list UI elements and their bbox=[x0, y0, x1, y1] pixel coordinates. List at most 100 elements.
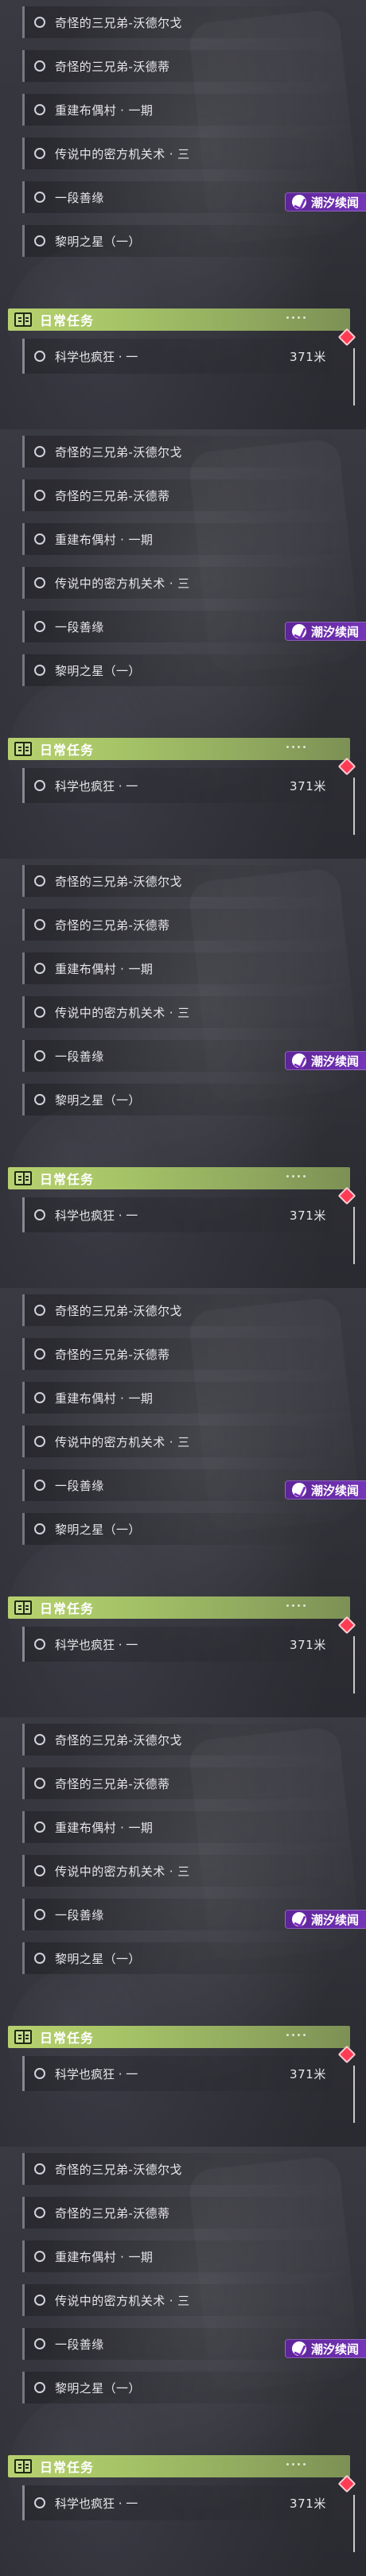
quest-item[interactable]: 重建布偶村 · 一期 bbox=[22, 1382, 348, 1414]
quest-label: 一段善缘 bbox=[55, 1049, 104, 1064]
task-circle-icon bbox=[34, 351, 45, 362]
scroll-indicator bbox=[353, 1207, 355, 1264]
quest-item[interactable]: 奇怪的三兄弟-沃德尔戈 bbox=[22, 1724, 348, 1755]
quest-label: 奇怪的三兄弟-沃德尔戈 bbox=[55, 15, 182, 30]
event-badge[interactable]: 潮汐续闻 bbox=[285, 1480, 366, 1499]
quest-item[interactable]: 传说中的密方机关术 · 三 bbox=[22, 996, 348, 1028]
event-badge-label: 潮汐续闻 bbox=[311, 2341, 360, 2357]
quest-circle-icon bbox=[34, 1392, 45, 1403]
daily-tasks-title: 日常任务 bbox=[40, 2031, 95, 2046]
scroll-indicator bbox=[353, 2066, 355, 2123]
quest-label: 重建布偶村 · 一期 bbox=[55, 961, 154, 976]
quest-circle-icon bbox=[34, 1050, 45, 1061]
quest-item[interactable]: 奇怪的三兄弟-沃德尔戈 bbox=[22, 865, 348, 897]
quest-item[interactable]: 重建布偶村 · 一期 bbox=[22, 523, 348, 555]
daily-tasks-title: 日常任务 bbox=[40, 2460, 95, 2475]
quest-label: 一段善缘 bbox=[55, 1907, 104, 1922]
daily-task-item[interactable]: 科学也疯狂 · 一 371米 bbox=[22, 1197, 348, 1232]
daily-tasks-title: 日常任务 bbox=[40, 1601, 95, 1616]
quest-item[interactable]: 重建布偶村 · 一期 bbox=[22, 1811, 348, 1843]
checkmark-icon bbox=[292, 1483, 306, 1497]
distance-label: 371米 bbox=[289, 2066, 326, 2081]
quest-panel: 奇怪的三兄弟-沃德尔戈 奇怪的三兄弟-沃德蒂重建布偶村 · 一期传说中的密方机关术… bbox=[0, 1717, 366, 2147]
quest-item[interactable]: 传说中的密方机关术 · 三 bbox=[22, 567, 348, 599]
daily-task-item[interactable]: 科学也疯狂 · 一 371米 bbox=[22, 339, 348, 374]
daily-tasks-header: 日常任务 bbox=[8, 2455, 350, 2477]
quest-circle-icon bbox=[34, 1523, 45, 1534]
event-badge-label: 潮汐续闻 bbox=[311, 1053, 360, 1069]
quest-item[interactable]: 黎明之星（一） bbox=[22, 1084, 348, 1115]
daily-tasks-header: 日常任务 bbox=[8, 2026, 350, 2048]
quest-item[interactable]: 奇怪的三兄弟-沃德蒂 bbox=[22, 1767, 348, 1799]
daily-task-item[interactable]: 科学也疯狂 · 一 371米 bbox=[22, 1627, 348, 1662]
event-badge[interactable]: 潮汐续闻 bbox=[285, 192, 366, 211]
quest-circle-icon bbox=[34, 533, 45, 545]
quest-item[interactable]: 奇怪的三兄弟-沃德蒂 bbox=[22, 2197, 348, 2229]
quest-circle-icon bbox=[34, 919, 45, 930]
event-badge[interactable]: 潮汐续闻 bbox=[285, 2339, 366, 2358]
daily-task-item[interactable]: 科学也疯狂 · 一 371米 bbox=[22, 2485, 348, 2520]
quest-label: 重建布偶村 · 一期 bbox=[55, 1820, 154, 1835]
quest-label: 奇怪的三兄弟-沃德蒂 bbox=[55, 59, 170, 74]
quest-item[interactable]: 传说中的密方机关术 · 三 bbox=[22, 1855, 348, 1887]
quest-circle-icon bbox=[34, 1909, 45, 1920]
quest-label: 一段善缘 bbox=[55, 2337, 104, 2352]
quest-item[interactable]: 奇怪的三兄弟-沃德尔戈 bbox=[22, 436, 348, 467]
daily-tasks-header: 日常任务 bbox=[8, 738, 350, 760]
distance-label: 371米 bbox=[289, 1208, 326, 1223]
quest-label: 一段善缘 bbox=[55, 619, 104, 634]
quest-circle-icon bbox=[34, 1480, 45, 1491]
quest-circle-icon bbox=[34, 2251, 45, 2262]
quest-item[interactable]: 重建布偶村 · 一期 bbox=[22, 952, 348, 984]
event-badge[interactable]: 潮汐续闻 bbox=[285, 1051, 366, 1070]
quest-item[interactable]: 奇怪的三兄弟-沃德蒂 bbox=[22, 479, 348, 511]
book-icon bbox=[14, 742, 32, 756]
quest-circle-icon bbox=[34, 1348, 45, 1360]
quest-circle-icon bbox=[34, 17, 45, 28]
daily-task-item[interactable]: 科学也疯狂 · 一 371米 bbox=[22, 768, 348, 803]
quest-panel: 奇怪的三兄弟-沃德尔戈奇怪的三兄弟-沃德蒂重建布偶村 · 一期 传说中的密方机关术… bbox=[0, 1288, 366, 1717]
quest-item[interactable]: 重建布偶村 · 一期 bbox=[22, 2240, 348, 2272]
quest-circle-icon bbox=[34, 1821, 45, 1833]
quest-item[interactable]: 奇怪的三兄弟-沃德尔戈 bbox=[22, 6, 348, 38]
quest-circle-icon bbox=[34, 490, 45, 501]
checkmark-icon bbox=[292, 624, 306, 638]
checkmark-icon bbox=[292, 1912, 306, 1926]
quest-circle-icon bbox=[34, 1007, 45, 1018]
quest-circle-icon bbox=[34, 665, 45, 676]
quest-circle-icon bbox=[34, 235, 45, 246]
quest-item[interactable]: 奇怪的三兄弟-沃德蒂 bbox=[22, 50, 348, 82]
quest-label: 黎明之星（一） bbox=[55, 663, 141, 678]
quest-item[interactable]: 黎明之星（一） bbox=[22, 654, 348, 686]
quest-item[interactable]: 奇怪的三兄弟-沃德蒂 bbox=[22, 909, 348, 941]
quest-label: 奇怪的三兄弟-沃德蒂 bbox=[55, 1347, 170, 1362]
daily-task-item[interactable]: 科学也疯狂 · 一 371米 bbox=[22, 2056, 348, 2091]
quest-label: 奇怪的三兄弟-沃德尔戈 bbox=[55, 444, 182, 460]
quest-item[interactable]: 黎明之星（一） bbox=[22, 1513, 348, 1545]
quest-circle-icon bbox=[34, 577, 45, 588]
quest-circle-icon bbox=[34, 1734, 45, 1745]
quest-label: 黎明之星（一） bbox=[55, 1951, 141, 1966]
event-badge[interactable]: 潮汐续闻 bbox=[285, 622, 366, 641]
quest-item[interactable]: 传说中的密方机关术 · 三 bbox=[22, 138, 348, 169]
daily-tasks-title: 日常任务 bbox=[40, 1172, 95, 1187]
checkmark-icon bbox=[292, 1053, 306, 1068]
quest-item[interactable]: 黎明之星（一） bbox=[22, 2372, 348, 2403]
daily-tasks-title: 日常任务 bbox=[40, 743, 95, 758]
daily-task-label: 科学也疯狂 · 一 bbox=[55, 349, 138, 364]
quest-circle-icon bbox=[34, 2382, 45, 2393]
quest-item[interactable]: 黎明之星（一） bbox=[22, 1942, 348, 1974]
daily-task-label: 科学也疯狂 · 一 bbox=[55, 1637, 138, 1652]
quest-item[interactable]: 重建布偶村 · 一期 bbox=[22, 94, 348, 126]
quest-item[interactable]: 传说中的密方机关术 · 三 bbox=[22, 2284, 348, 2316]
quest-item[interactable]: 奇怪的三兄弟-沃德蒂 bbox=[22, 1338, 348, 1370]
daily-tasks-header: 日常任务 bbox=[8, 308, 350, 331]
quest-label: 传说中的密方机关术 · 三 bbox=[55, 576, 190, 591]
quest-item[interactable]: 奇怪的三兄弟-沃德尔戈 bbox=[22, 1294, 348, 1326]
quest-circle-icon bbox=[34, 192, 45, 203]
quest-item[interactable]: 黎明之星（一） bbox=[22, 225, 348, 257]
quest-item[interactable]: 奇怪的三兄弟-沃德尔戈 bbox=[22, 2153, 348, 2185]
event-badge[interactable]: 潮汐续闻 bbox=[285, 1910, 366, 1929]
quest-item[interactable]: 传说中的密方机关术 · 三 bbox=[22, 1426, 348, 1457]
quest-circle-icon bbox=[34, 60, 45, 72]
